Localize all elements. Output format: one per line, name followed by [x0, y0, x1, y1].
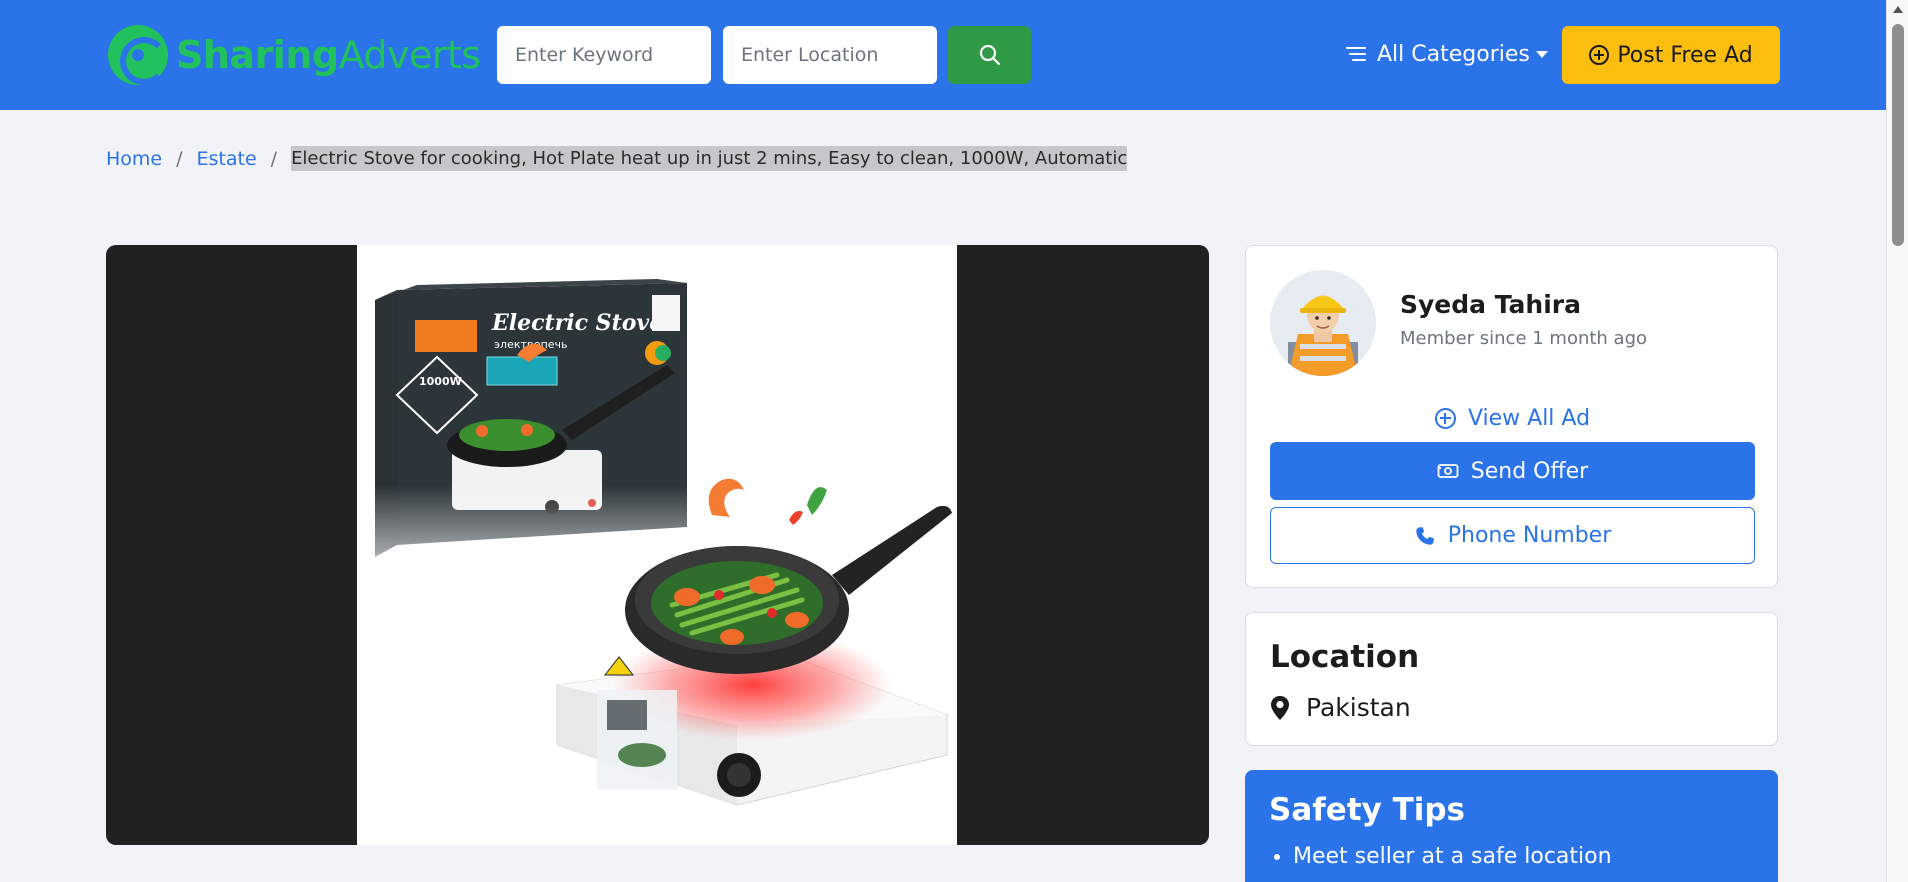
post-free-ad-button[interactable]: Post Free Ad [1562, 26, 1780, 84]
logo-text: SharingAdverts [176, 33, 481, 77]
page-scrollbar[interactable] [1886, 0, 1908, 882]
plus-circle-icon [1589, 45, 1610, 65]
all-categories-dropdown[interactable]: All Categories [1345, 36, 1548, 72]
logo-icon [108, 25, 168, 85]
send-offer-button[interactable]: Send Offer [1270, 442, 1755, 500]
scrollbar-thumb[interactable] [1892, 24, 1904, 246]
logo-text-bold: Sharing [176, 33, 339, 77]
post-free-ad-label: Post Free Ad [1617, 42, 1753, 68]
top-navbar: SharingAdverts All Categories Post Free … [0, 0, 1886, 110]
keyword-search-input[interactable] [497, 26, 711, 84]
phone-icon [1414, 525, 1436, 547]
map-pin-icon [1270, 695, 1290, 721]
seller-name: Syeda Tahira [1400, 290, 1581, 319]
worker-avatar-icon [1270, 270, 1376, 376]
breadcrumb-category-link[interactable]: Estate [197, 148, 257, 170]
breadcrumb-separator: / [176, 147, 183, 170]
scroll-up-arrow-icon[interactable] [1893, 6, 1903, 13]
seller-avatar[interactable] [1270, 270, 1376, 376]
location-country: Pakistan [1306, 693, 1411, 722]
chevron-down-icon [1535, 50, 1548, 58]
seller-member-since: Member since 1 month ago [1400, 328, 1648, 349]
all-categories-label: All Categories [1377, 41, 1530, 67]
location-heading: Location [1270, 639, 1420, 675]
power-badge-text: 1000W [419, 375, 462, 388]
breadcrumb: Home / Estate / Electric Stove for cooki… [106, 146, 1128, 171]
seller-card: Syeda Tahira Member since 1 month ago Vi… [1245, 245, 1778, 588]
product-image-gallery[interactable]: Electric Stove электропечь 1000W [106, 245, 1209, 845]
view-all-ads-label: View All Ad [1467, 405, 1591, 431]
logo-text-rest: Adverts [338, 33, 482, 77]
location-value: Pakistan [1270, 693, 1411, 722]
cash-icon [1437, 462, 1459, 480]
send-offer-label: Send Offer [1470, 458, 1589, 484]
location-search-input[interactable] [723, 26, 937, 84]
breadcrumb-current-title: Electric Stove for cooking, Hot Plate he… [291, 146, 1128, 171]
safety-tip-item: Meet seller at a safe location [1293, 844, 1612, 869]
search-icon [979, 44, 1000, 66]
safety-tips-list: Meet seller at a safe location [1293, 844, 1612, 877]
safety-tips-heading: Safety Tips [1269, 792, 1465, 828]
site-logo[interactable]: SharingAdverts [108, 24, 481, 86]
location-card: Location Pakistan [1245, 612, 1778, 746]
box-title-text: Electric Stove [491, 310, 663, 336]
view-all-ads-link[interactable]: View All Ad [1246, 400, 1779, 436]
breadcrumb-separator: / [270, 147, 278, 170]
search-button[interactable] [948, 26, 1031, 84]
safety-tips-card: Safety Tips Meet seller at a safe locati… [1245, 770, 1778, 882]
menu-lines-icon [1346, 47, 1366, 61]
phone-number-label: Phone Number [1447, 523, 1612, 548]
plus-circle-icon [1434, 407, 1456, 429]
electric-stove-product-illustration: Electric Stove электропечь 1000W [375, 279, 952, 806]
phone-number-button[interactable]: Phone Number [1270, 507, 1755, 564]
breadcrumb-home-link[interactable]: Home [106, 148, 162, 170]
product-photo: Electric Stove электропечь 1000W [357, 245, 957, 845]
